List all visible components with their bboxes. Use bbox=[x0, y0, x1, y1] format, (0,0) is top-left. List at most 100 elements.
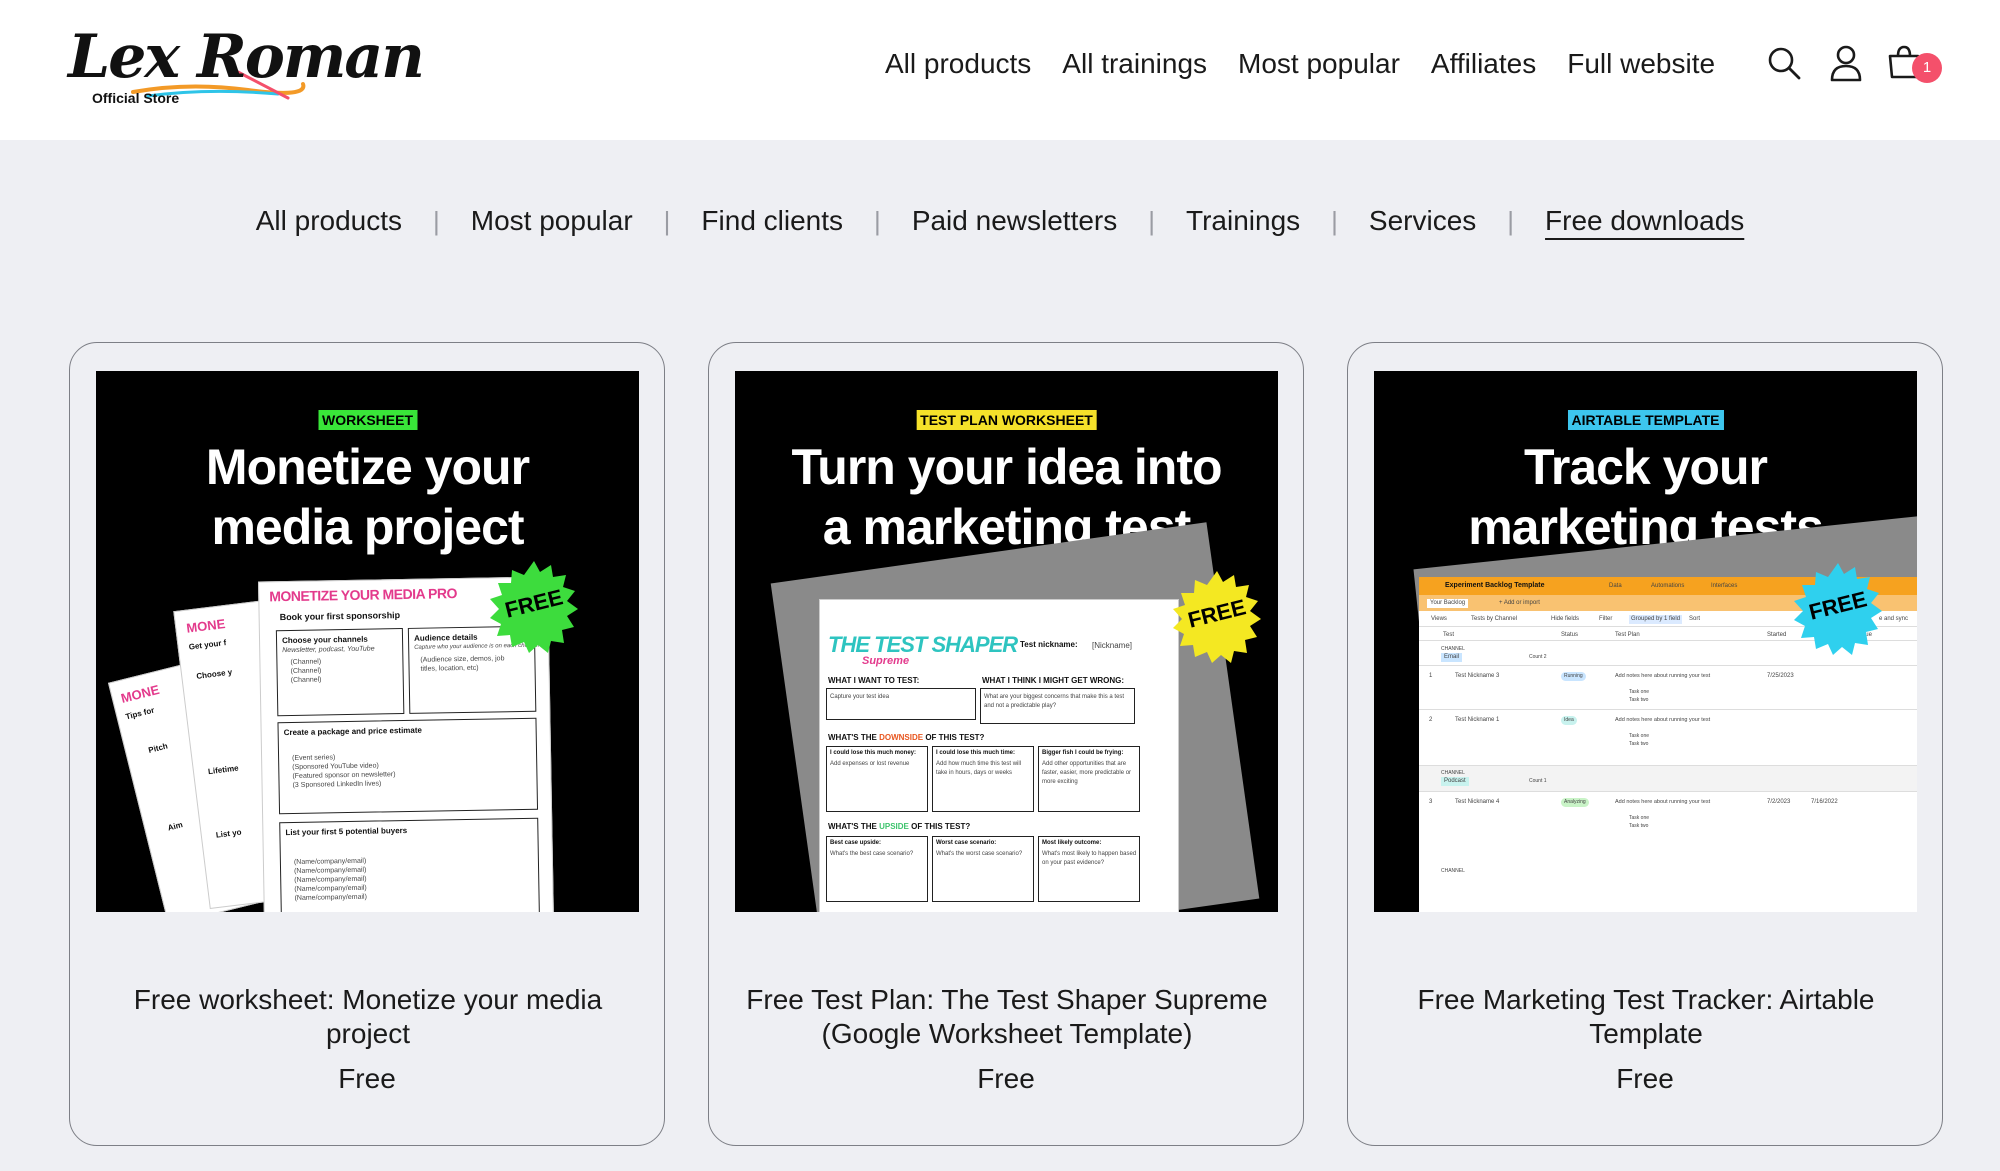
group-header: CHANNEL Podcast Count 1 bbox=[1419, 765, 1917, 791]
add-import: + Add or import bbox=[1499, 600, 1540, 606]
table-row[interactable]: 1 Test Nickname 3 Running Add notes here… bbox=[1419, 665, 1917, 709]
column-header: Started bbox=[1767, 632, 1787, 638]
worksheet-item: (Channel) bbox=[290, 676, 322, 685]
product-thumbnail[interactable]: TEST PLAN WORKSHEET Turn your idea into … bbox=[735, 371, 1278, 912]
back-page-text: MONE bbox=[119, 681, 161, 706]
row-number: 2 bbox=[1429, 717, 1433, 723]
category-separator: | bbox=[1507, 205, 1515, 236]
answer-title: Best case upside: bbox=[830, 840, 882, 846]
toolbar-item: Hide fields bbox=[1551, 616, 1580, 622]
row-status: Idea bbox=[1561, 716, 1577, 725]
base-name: Experiment Backlog Template bbox=[1445, 582, 1545, 589]
answer-title: I could lose this much money: bbox=[830, 750, 917, 756]
product-title[interactable]: Free Marketing Test Tracker: Airtable Te… bbox=[1378, 983, 1914, 1051]
row-test-name: Test Nickname 3 bbox=[1455, 673, 1500, 679]
site-header: Lex Roman Official Store All products Al… bbox=[0, 0, 2000, 140]
headline-line: Turn your idea into bbox=[791, 439, 1222, 495]
worksheet-item: titles, location, etc) bbox=[420, 664, 479, 673]
product-card[interactable]: AIRTABLE TEMPLATE Track your marketing t… bbox=[1347, 342, 1943, 1146]
back-page-text: Tips for bbox=[124, 705, 156, 722]
product-badge: AIRTABLE TEMPLATE bbox=[1567, 410, 1724, 430]
column-header: Test bbox=[1443, 632, 1455, 638]
topnav-most-popular[interactable]: Most popular bbox=[1238, 48, 1400, 80]
row-test-plan: Add notes here about running your test bbox=[1615, 799, 1711, 805]
answer-hint: What are your biggest concerns that make… bbox=[984, 694, 1125, 709]
product-badge: WORKSHEET bbox=[318, 410, 417, 430]
answer-title: Most likely outcome: bbox=[1042, 840, 1102, 846]
row-test-name: Test Nickname 4 bbox=[1455, 799, 1500, 805]
free-stamp: FREE bbox=[488, 561, 580, 653]
worksheet-box-title: Audience details bbox=[413, 632, 478, 643]
product-thumbnail[interactable]: AIRTABLE TEMPLATE Track your marketing t… bbox=[1374, 371, 1917, 912]
back-page-text: Aim bbox=[166, 820, 184, 833]
category-separator: | bbox=[874, 205, 881, 236]
product-badge: TEST PLAN WORKSHEET bbox=[916, 410, 1097, 430]
category-trainings[interactable]: Trainings bbox=[1186, 205, 1300, 237]
test-shaper-logo-sub: Supreme bbox=[862, 655, 910, 667]
question-label: WHAT I WANT TO TEST: bbox=[828, 676, 920, 685]
search-icon[interactable] bbox=[1766, 45, 1802, 81]
topnav-all-trainings[interactable]: All trainings bbox=[1062, 48, 1207, 80]
product-thumbnail[interactable]: WORKSHEET Monetize your media project MO… bbox=[96, 371, 639, 912]
product-price: Free bbox=[338, 1063, 396, 1094]
group-label: CHANNEL bbox=[1441, 868, 1465, 874]
product-title[interactable]: Free worksheet: Monetize your media proj… bbox=[100, 983, 636, 1051]
table-row[interactable]: 2 Test Nickname 1 Idea Add notes here ab… bbox=[1419, 709, 1917, 753]
headline-line: Monetize your bbox=[205, 439, 530, 495]
back-page-text: Lifetime bbox=[207, 763, 240, 777]
group-name: Podcast bbox=[1441, 777, 1469, 786]
topnav-all-products[interactable]: All products bbox=[885, 48, 1031, 80]
row-test-plan: Add notes here about running your test bbox=[1615, 673, 1711, 679]
headline-line: media project bbox=[211, 499, 524, 555]
table-row[interactable]: 3 Test Nickname 4 Analyzing Add notes he… bbox=[1419, 791, 1917, 835]
nickname-value: [Nickname] bbox=[1092, 641, 1133, 650]
thumbnail-headline: Monetize your media project bbox=[96, 437, 639, 557]
category-free-downloads[interactable]: Free downloads bbox=[1545, 205, 1744, 237]
toolbar-item: Grouped by 1 field bbox=[1629, 615, 1683, 624]
worksheet-subtitle: Book your first sponsorship bbox=[279, 610, 401, 623]
category-paid-newsletters[interactable]: Paid newsletters bbox=[912, 205, 1117, 237]
product-price: Free bbox=[977, 1063, 1035, 1094]
section-heading-highlight: DOWNSIDE bbox=[879, 733, 924, 742]
topnav-affiliates[interactable]: Affiliates bbox=[1431, 48, 1536, 80]
brand-logo[interactable]: Lex Roman Official Store bbox=[68, 22, 425, 114]
row-task: Task two bbox=[1629, 741, 1649, 747]
product-card[interactable]: WORKSHEET Monetize your media project MO… bbox=[69, 342, 665, 1146]
table-tab: Your Backlog bbox=[1427, 599, 1469, 608]
category-separator: | bbox=[1331, 205, 1338, 236]
question-label: WHAT I THINK I MIGHT GET WRONG: bbox=[982, 676, 1125, 685]
answer-hint: Capture your test idea bbox=[830, 694, 890, 700]
user-icon[interactable] bbox=[1829, 44, 1863, 82]
row-started: 7/2/2023 bbox=[1767, 799, 1791, 805]
base-tab: Interfaces bbox=[1711, 583, 1738, 589]
answer-hint: Add expenses or lost revenue bbox=[830, 761, 910, 767]
answer-hint: What's most likely to happen based on yo… bbox=[1042, 851, 1137, 866]
category-separator: | bbox=[663, 205, 671, 236]
brand-script: Lex Roman bbox=[68, 22, 425, 92]
category-separator: | bbox=[433, 205, 440, 236]
back-page-text: MONE bbox=[185, 616, 227, 636]
column-header: Test Plan bbox=[1615, 632, 1640, 638]
worksheet-item: (3 Sponsored LinkedIn lives) bbox=[292, 780, 382, 789]
category-most-popular[interactable]: Most popular bbox=[471, 205, 633, 237]
category-find-clients[interactable]: Find clients bbox=[701, 205, 843, 237]
category-all-products[interactable]: All products bbox=[256, 205, 402, 237]
answer-hint: What's the worst case scenario? bbox=[936, 851, 1023, 857]
answer-hint: Add how much time this test will take in… bbox=[936, 761, 1022, 776]
product-card[interactable]: TEST PLAN WORKSHEET Turn your idea into … bbox=[708, 342, 1304, 1146]
product-title[interactable]: Free Test Plan: The Test Shaper Supreme … bbox=[739, 983, 1275, 1051]
back-page-text: Pitch bbox=[147, 741, 169, 755]
category-services[interactable]: Services bbox=[1369, 205, 1476, 237]
toolbar-item: Sort bbox=[1689, 616, 1701, 622]
cart-count-badge: 1 bbox=[1912, 53, 1942, 83]
answer-title: Bigger fish I could be frying: bbox=[1042, 750, 1124, 756]
worksheet-box-subtitle: Newsletter, podcast, YouTube bbox=[282, 645, 375, 655]
section-heading: WHAT'S THE UPSIDE OF THIS TEST? bbox=[828, 822, 970, 831]
row-test-plan: Add notes here about running your test bbox=[1615, 717, 1711, 723]
row-started: 7/25/2023 bbox=[1767, 673, 1794, 679]
topnav-full-website[interactable]: Full website bbox=[1567, 48, 1715, 80]
category-separator: | bbox=[1148, 205, 1156, 236]
headline-line: Track your bbox=[1524, 439, 1768, 495]
worksheet-box-title: Choose your channels bbox=[281, 634, 368, 646]
column-header: Status bbox=[1561, 632, 1579, 638]
